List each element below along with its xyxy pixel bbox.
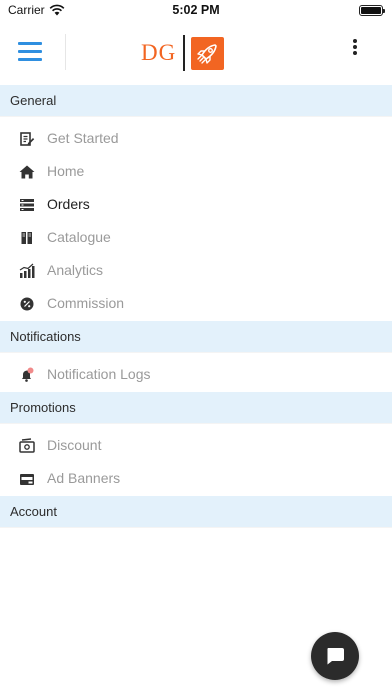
menu-item-get-started[interactable]: Get Started	[0, 122, 392, 155]
section-title: Notifications	[10, 329, 81, 344]
section-title: General	[10, 93, 57, 108]
menu-item-label: Get Started	[47, 130, 119, 146]
section-title: Promotions	[10, 400, 76, 415]
menu-item-commission[interactable]: Commission	[0, 287, 392, 320]
menu-item-notification-logs[interactable]: Notification Logs	[0, 358, 392, 391]
analytics-icon	[19, 263, 35, 278]
menu-item-label: Notification Logs	[47, 366, 151, 382]
battery-icon	[359, 5, 385, 16]
hamburger-menu-icon[interactable]	[18, 42, 42, 62]
logo-rocket-icon	[191, 36, 225, 70]
logo-text: DG	[141, 40, 177, 65]
menu-item-label: Ad Banners	[47, 470, 121, 486]
menu-item-label: Discount	[47, 437, 102, 453]
get-started-icon	[20, 132, 35, 146]
menu-item-label: Analytics	[47, 262, 104, 278]
logo-divider	[183, 35, 186, 71]
menu-item-label: Home	[47, 163, 85, 179]
bell-icon	[22, 367, 34, 382]
menu-item-label: Catalogue	[47, 229, 111, 245]
menu-item-label: Orders	[47, 196, 90, 212]
catalogue-icon	[21, 232, 32, 244]
section-title: Account	[10, 504, 57, 519]
orders-icon	[20, 199, 34, 211]
chat-button[interactable]	[311, 632, 359, 680]
app-header: DG	[0, 22, 392, 85]
section-header-notifications: Notifications	[0, 321, 392, 353]
status-time: 5:02 PM	[172, 3, 220, 17]
section-header-account: Account	[0, 496, 392, 528]
commission-icon	[20, 297, 34, 311]
menu-item-analytics[interactable]: Analytics	[0, 254, 392, 287]
menu-item-home[interactable]: Home	[0, 155, 392, 188]
chat-icon	[327, 648, 344, 665]
home-icon	[19, 165, 35, 179]
menu-item-ad-banners[interactable]: Ad Banners	[0, 462, 392, 495]
discount-icon	[19, 438, 35, 453]
ad-banner-icon	[20, 474, 34, 485]
brand-logo: DG	[141, 35, 225, 71]
menu-item-discount[interactable]: Discount	[0, 429, 392, 462]
menu-item-label: Commission	[47, 295, 125, 311]
status-bar: Carrier 5:02 PM	[0, 0, 392, 22]
header-divider	[65, 34, 66, 70]
menu-item-catalogue[interactable]: Catalogue	[0, 221, 392, 254]
section-header-general: General	[0, 85, 392, 117]
section-header-promotions: Promotions	[0, 392, 392, 424]
more-options-icon[interactable]	[350, 39, 360, 57]
menu-item-orders[interactable]: Orders	[0, 188, 392, 221]
